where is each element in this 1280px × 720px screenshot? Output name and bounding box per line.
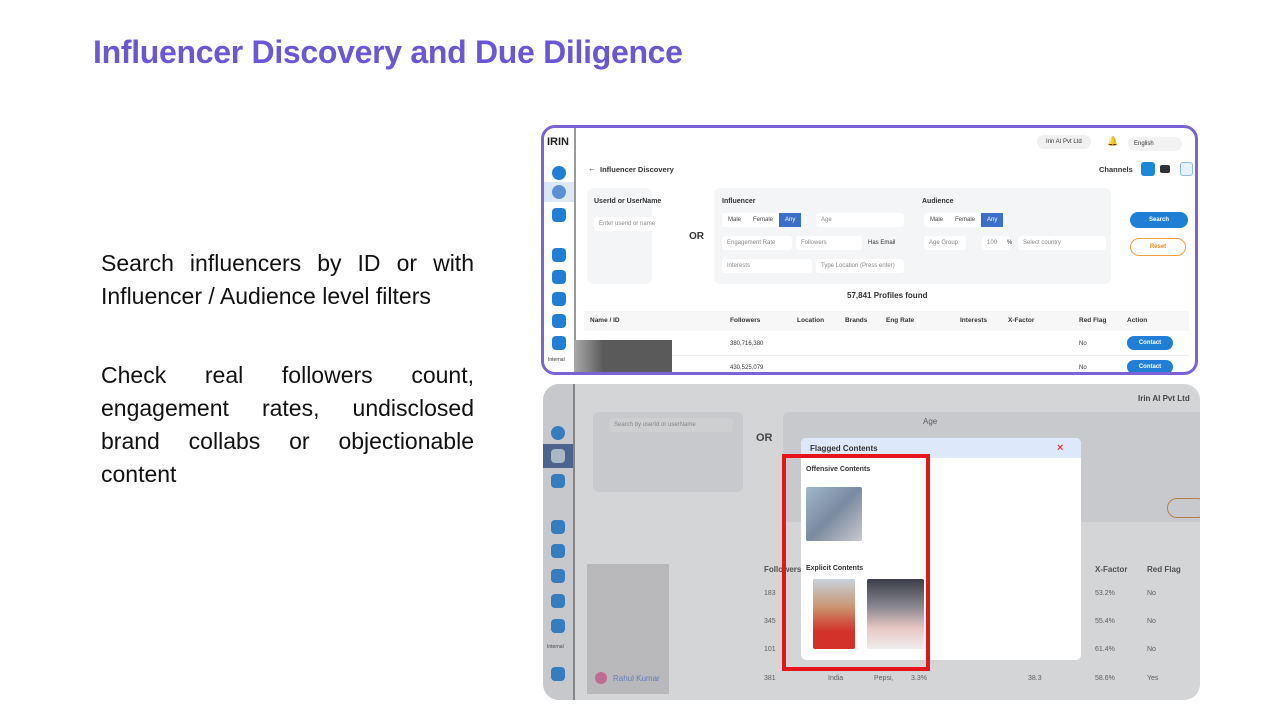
- page-title: Influencer Discovery: [600, 165, 674, 174]
- channel-search-icon[interactable]: [1180, 162, 1193, 176]
- col-location: Location: [797, 317, 825, 324]
- col-interests: Interests: [960, 317, 988, 324]
- heart-icon[interactable]: [552, 208, 566, 222]
- calendar-icon[interactable]: [552, 336, 566, 350]
- close-icon[interactable]: ×: [1057, 442, 1063, 454]
- language-select[interactable]: English: [1128, 137, 1182, 151]
- screenshot-flagged: Internal Irin AI Pvt Ltd Search by userI…: [543, 384, 1200, 700]
- profiles-count: 57,841 Profiles found: [847, 291, 928, 300]
- bell-icon[interactable]: 🔔: [1107, 136, 1118, 147]
- country-select[interactable]: Select country: [1018, 236, 1106, 250]
- settings-icon[interactable]: [552, 270, 566, 284]
- channels-label: Channels: [1099, 165, 1133, 174]
- percent-label: %: [1007, 240, 1013, 246]
- age-select[interactable]: Age: [816, 213, 904, 227]
- slide-title: Influencer Discovery and Due Diligence: [93, 34, 683, 70]
- audience-gender[interactable]: Male Female Any: [924, 213, 1004, 227]
- sidebar: IRIN Internal: [544, 128, 576, 372]
- contact-button[interactable]: Contact: [1127, 336, 1173, 350]
- col-brands: Brands: [845, 317, 868, 324]
- row-followers: 430,525,079: [730, 365, 764, 371]
- col-name[interactable]: Name / ID: [590, 317, 620, 324]
- point-search: Search influencers by ID or with Influen…: [101, 250, 474, 309]
- row-red-flag: No: [1079, 341, 1087, 347]
- modal-title: Flagged Contents: [810, 444, 878, 453]
- col-action: Action: [1127, 317, 1148, 324]
- instagram-icon[interactable]: [1141, 162, 1155, 176]
- whatsapp-icon[interactable]: [552, 166, 566, 180]
- org-name[interactable]: Irin AI Pvt Ltd: [1037, 135, 1091, 149]
- reset-button[interactable]: Reset: [1130, 238, 1186, 256]
- table-row[interactable]: [584, 332, 1189, 356]
- apps-icon[interactable]: [552, 292, 566, 306]
- row-followers: 380,716,380: [730, 341, 764, 347]
- or-label: OR: [689, 231, 704, 242]
- influencer-label: Influencer: [722, 198, 756, 205]
- point-check: Check real followers count, engagement r…: [101, 362, 474, 487]
- influencer-gender[interactable]: Male Female Any: [722, 213, 802, 227]
- has-email-checkbox[interactable]: Has Email: [868, 240, 895, 246]
- age-percent-input[interactable]: 100: [982, 236, 1010, 250]
- col-red-flag: Red Flag: [1079, 317, 1107, 324]
- chat-icon[interactable]: [552, 248, 566, 262]
- row-red-flag: No: [1079, 365, 1087, 371]
- location-input[interactable]: Type Location (Press enter): [816, 259, 904, 273]
- back-arrow-icon[interactable]: ←: [588, 164, 596, 173]
- followers-select[interactable]: Followers: [796, 236, 862, 250]
- logo: IRIN: [547, 136, 569, 148]
- contact-button[interactable]: Contact: [1127, 360, 1173, 372]
- audience-label: Audience: [922, 198, 954, 205]
- youtube-icon[interactable]: [1160, 165, 1170, 173]
- engagement-rate-select[interactable]: Engagement Rate: [722, 236, 792, 250]
- interests-select[interactable]: Interests: [722, 259, 812, 273]
- redacted-names: [574, 340, 672, 372]
- col-followers[interactable]: Followers: [730, 317, 760, 324]
- screenshot-discovery: IRIN Internal Irin AI Pvt Ltd 🔔 English …: [541, 125, 1198, 375]
- search-button[interactable]: Search: [1130, 212, 1188, 228]
- influencer-icon[interactable]: [552, 185, 566, 199]
- userid-label: UserId or UserName: [594, 198, 662, 205]
- highlight-box: [782, 454, 930, 671]
- userid-input[interactable]: Enter userid or name: [594, 217, 672, 231]
- col-eng-rate[interactable]: Eng Rate: [886, 317, 914, 324]
- tools-icon[interactable]: [552, 314, 566, 328]
- sidebar-internal: Internal: [548, 357, 565, 363]
- age-group-select[interactable]: Age Group: [924, 236, 966, 250]
- col-xfactor[interactable]: X-Factor: [1008, 317, 1034, 324]
